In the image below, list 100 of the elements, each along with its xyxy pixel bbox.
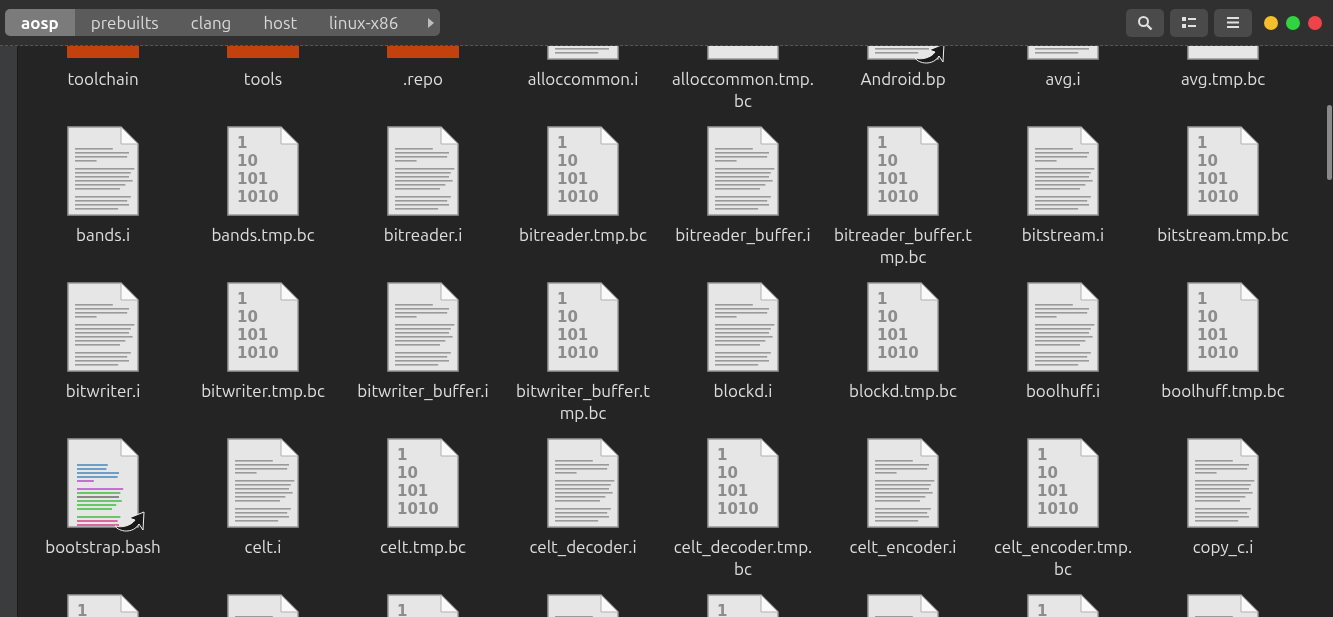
binary-digits: 10 — [1197, 152, 1219, 170]
menu-icon — [1227, 17, 1239, 28]
binary-digits: 10 — [557, 152, 579, 170]
binary-digits: 1 — [1037, 446, 1049, 464]
binary-digits: 10 — [877, 152, 899, 170]
binary-file-icon — [867, 126, 939, 216]
binary-digits: 1010 — [557, 344, 599, 362]
binary-digits: 1 — [557, 134, 569, 152]
binary-digits: 1 — [77, 602, 88, 617]
binary-digits: 1010 — [397, 500, 439, 518]
binary-digits: 10 — [717, 464, 739, 482]
maximize-button[interactable] — [1286, 15, 1300, 30]
binary-digits: 10 — [1037, 464, 1059, 482]
text-file-icon — [707, 126, 779, 216]
binary-file-icon — [227, 282, 299, 372]
text-file-icon — [387, 126, 459, 216]
binary-digits: 1010 — [877, 188, 919, 206]
scroll-right-icon[interactable] — [428, 17, 435, 28]
file-name[interactable]: alloccommon.tmp.bc — [669, 68, 817, 112]
binary-digits: 1010 — [557, 188, 599, 206]
file-name[interactable]: bitwriter.tmp.bc — [201, 380, 325, 402]
file-name[interactable]: celt.i — [244, 536, 282, 558]
link-arrow-icon — [113, 510, 145, 534]
binary-digits: 1 — [877, 134, 889, 152]
breadcrumb-button[interactable]: clang — [174, 9, 248, 36]
file-name[interactable]: .repo — [403, 68, 443, 90]
breadcrumb-button[interactable]: prebuilts — [74, 9, 175, 36]
breadcrumb-button[interactable]: aosp — [5, 9, 75, 36]
binary-digits: 1 — [877, 290, 889, 308]
file-name[interactable]: blockd.tmp.bc — [849, 380, 957, 402]
file-name[interactable]: blockd.i — [713, 380, 773, 402]
file-name[interactable]: bitwriter.i — [65, 380, 141, 402]
binary-digits: 1 — [717, 446, 729, 464]
file-name[interactable]: bitwriter_buffer.tmp.bc — [509, 380, 657, 424]
file-name[interactable]: bitreader_buffer.tmp.bc — [829, 224, 977, 268]
search-button[interactable] — [1126, 8, 1164, 37]
binary-digits: 101 — [1037, 482, 1070, 500]
binary-digits: 1010 — [237, 188, 279, 206]
binary-digits: 1 — [397, 602, 408, 617]
file-name[interactable]: boolhuff.tmp.bc — [1161, 380, 1285, 402]
binary-digits: 10 — [397, 464, 419, 482]
binary-file-icon — [707, 438, 779, 528]
binary-digits: 101 — [717, 482, 750, 500]
file-name[interactable]: celt_decoder.tmp.bc — [669, 536, 817, 580]
file-name[interactable]: bitreader.i — [383, 224, 463, 246]
binary-digits: 101 — [557, 326, 590, 344]
view-options-button[interactable] — [1170, 8, 1208, 37]
binary-file-icon — [1187, 126, 1259, 216]
file-name[interactable]: alloccommon.i — [527, 68, 639, 90]
binary-file-icon — [547, 282, 619, 372]
menu-button[interactable] — [1214, 8, 1252, 37]
file-name[interactable]: celt.tmp.bc — [379, 536, 466, 558]
file-name[interactable]: bitreader_buffer.i — [675, 224, 811, 246]
text-file-icon — [1027, 282, 1099, 372]
file-name[interactable]: tools — [243, 68, 283, 90]
breadcrumb-button[interactable]: host — [247, 9, 314, 36]
file-name[interactable]: bands.i — [76, 224, 130, 246]
text-file-icon — [707, 282, 779, 372]
text-file-icon — [67, 126, 139, 216]
binary-digits: 1 — [557, 290, 569, 308]
close-button[interactable] — [1308, 15, 1322, 30]
file-name[interactable]: toolchain — [67, 68, 139, 90]
binary-digits: 1010 — [1197, 188, 1239, 206]
binary-digits: 1 — [237, 290, 249, 308]
file-name[interactable]: copy_c.i — [1192, 536, 1254, 558]
binary-digits: 1 — [1037, 602, 1048, 617]
script-file-icon — [67, 438, 139, 528]
file-name[interactable]: celt_decoder.i — [529, 536, 637, 558]
binary-file-icon — [387, 438, 459, 528]
file-name[interactable]: avg.tmp.bc — [1180, 68, 1266, 90]
text-file-icon — [387, 282, 459, 372]
file-name[interactable]: avg.i — [1045, 68, 1081, 90]
binary-digits: 10 — [237, 308, 259, 326]
scrollbar[interactable] — [1327, 105, 1332, 180]
binary-digits: 101 — [1197, 326, 1230, 344]
breadcrumb-button[interactable]: linux-x86 — [313, 9, 415, 36]
binary-digits: 1010 — [1197, 344, 1239, 362]
text-file-icon — [67, 282, 139, 372]
binary-digits: 1 — [1197, 290, 1209, 308]
binary-digits: 1010 — [877, 344, 919, 362]
file-name[interactable]: celt_encoder.tmp.bc — [989, 536, 1137, 580]
file-name[interactable]: boolhuff.i — [1025, 380, 1101, 402]
file-name[interactable]: Android.bp — [860, 68, 946, 90]
file-name[interactable]: bitreader.tmp.bc — [519, 224, 647, 246]
file-name[interactable]: bitstream.i — [1021, 224, 1105, 246]
binary-digits: 1 — [237, 134, 249, 152]
binary-digits: 1010 — [1037, 500, 1079, 518]
file-name[interactable]: bootstrap.bash — [45, 536, 161, 558]
file-name[interactable]: bands.tmp.bc — [211, 224, 315, 246]
file-name[interactable]: bitwriter_buffer.i — [357, 380, 489, 402]
file-name[interactable]: celt_encoder.i — [849, 536, 957, 558]
binary-digits: 1 — [1197, 134, 1209, 152]
text-file-icon — [1027, 126, 1099, 216]
binary-digits: 10 — [1197, 308, 1219, 326]
minimize-button[interactable] — [1264, 15, 1278, 30]
binary-file-icon — [1027, 438, 1099, 528]
list-view-icon — [1182, 16, 1196, 29]
text-file-icon — [547, 438, 619, 528]
text-file-icon — [867, 438, 939, 528]
file-name[interactable]: bitstream.tmp.bc — [1157, 224, 1289, 246]
